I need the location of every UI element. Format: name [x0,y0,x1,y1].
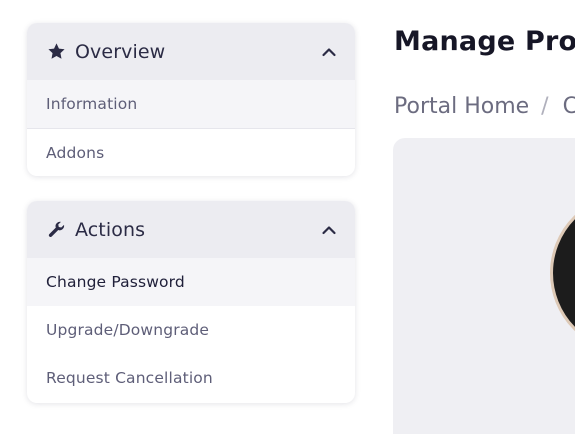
sidebar-item-addons[interactable]: Addons [27,128,355,176]
overview-panel: Overview Information Addons [27,23,355,176]
sidebar-item-label: Change Password [46,273,185,291]
wrench-icon [46,220,66,240]
sidebar-item-label: Information [46,95,138,113]
page: Overview Information Addons Actions Chan… [0,0,575,434]
product-card [393,138,575,434]
sidebar-item-label: Request Cancellation [46,369,213,387]
actions-panel-title: Actions [75,218,146,241]
actions-panel: Actions Change Password Upgrade/Downgrad… [27,201,355,403]
sidebar-item-upgrade-downgrade[interactable]: Upgrade/Downgrade [27,306,355,354]
actions-panel-header[interactable]: Actions [27,201,355,258]
overview-panel-title: Overview [75,40,166,63]
page-title: Manage Prod [394,26,575,57]
breadcrumb-separator: / [541,94,549,119]
star-icon [46,42,66,62]
overview-panel-header[interactable]: Overview [27,23,355,80]
breadcrumb-portal-home-link[interactable]: Portal Home [394,94,529,119]
chevron-up-icon[interactable] [320,43,338,61]
sidebar-item-change-password[interactable]: Change Password [27,258,355,306]
breadcrumb-current: C [562,94,575,119]
product-image [550,193,575,353]
sidebar-item-information[interactable]: Information [27,80,355,128]
breadcrumb: Portal Home / C [394,94,575,119]
sidebar-item-label: Upgrade/Downgrade [46,321,210,339]
sidebar-item-label: Addons [46,143,105,162]
sidebar-item-request-cancellation[interactable]: Request Cancellation [27,354,355,402]
chevron-up-icon[interactable] [320,221,338,239]
